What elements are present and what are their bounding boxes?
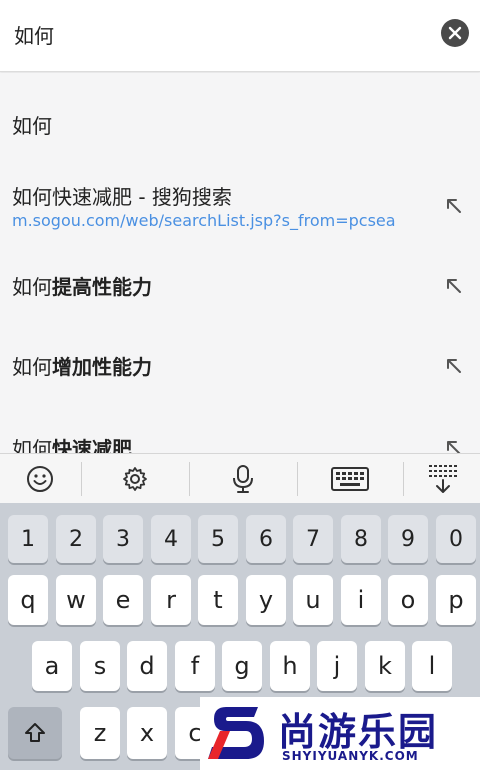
key-s[interactable]: s	[80, 641, 120, 691]
key-z[interactable]: z	[80, 707, 120, 759]
microphone-icon	[233, 465, 253, 493]
key-y[interactable]: y	[246, 575, 286, 625]
close-icon	[448, 26, 462, 40]
collapse-keyboard-icon	[429, 465, 457, 493]
key-o[interactable]: o	[388, 575, 428, 625]
suggestion-url: m.sogou.com/web/searchList.jsp?s_from=pc…	[12, 211, 396, 230]
keyboard-switch-button[interactable]	[298, 454, 402, 504]
key-4[interactable]: 4	[151, 515, 191, 563]
gear-icon	[123, 467, 147, 491]
emoji-icon	[27, 466, 53, 492]
keyboard-icon	[331, 467, 369, 491]
suggestion-text: 如何快速减肥 - 搜狗搜索	[12, 185, 232, 209]
suggestion-prefix: 如何	[12, 355, 52, 379]
key-r[interactable]: r	[151, 575, 191, 625]
watermark: 尚游乐园 SHYIYUANYK.COM	[200, 697, 480, 770]
arrow-up-left-icon[interactable]	[444, 196, 464, 216]
suggestion-prefix: 如何	[12, 437, 52, 453]
watermark-title: 尚游乐园	[278, 710, 439, 754]
suggestion-item[interactable]: 如何提高性能力	[0, 243, 480, 323]
key-x[interactable]: x	[127, 707, 167, 759]
key-1[interactable]: 1	[8, 515, 48, 563]
key-p[interactable]: p	[436, 575, 476, 625]
suggestion-highlight: 增加性能力	[52, 355, 152, 379]
arrow-up-left-icon[interactable]	[444, 276, 464, 296]
key-9[interactable]: 9	[388, 515, 428, 563]
keyboard-toolbar	[0, 453, 480, 503]
settings-button[interactable]	[82, 454, 188, 504]
emoji-button[interactable]	[0, 454, 80, 504]
suggestion-item[interactable]: 如何快速减肥	[0, 403, 480, 453]
search-input[interactable]: 如何	[14, 20, 54, 49]
suggestion-highlight: 快速减肥	[52, 437, 132, 453]
key-k[interactable]: k	[365, 641, 405, 691]
key-h[interactable]: h	[270, 641, 310, 691]
key-6[interactable]: 6	[246, 515, 286, 563]
suggestion-item[interactable]: 如何	[0, 73, 480, 153]
suggestion-prefix: 如何	[12, 275, 52, 299]
key-2[interactable]: 2	[56, 515, 96, 563]
key-g[interactable]: g	[222, 641, 262, 691]
key-w[interactable]: w	[56, 575, 96, 625]
suggestion-highlight: 提高性能力	[52, 275, 152, 299]
key-j[interactable]: j	[317, 641, 357, 691]
key-i[interactable]: i	[341, 575, 381, 625]
suggestion-item[interactable]: 如何快速减肥 - 搜狗搜索 m.sogou.com/web/searchList…	[0, 153, 480, 243]
search-bar: 如何	[0, 0, 480, 72]
key-0[interactable]: 0	[436, 515, 476, 563]
voice-input-button[interactable]	[190, 454, 296, 504]
shift-icon	[25, 723, 45, 742]
key-a[interactable]: a	[32, 641, 72, 691]
arrow-up-left-icon[interactable]	[444, 438, 464, 453]
watermark-subtitle: SHYIYUANYK.COM	[282, 749, 419, 763]
key-8[interactable]: 8	[341, 515, 381, 563]
key-l[interactable]: l	[412, 641, 452, 691]
hide-keyboard-button[interactable]	[404, 454, 480, 504]
suggestion-list: 如何 如何快速减肥 - 搜狗搜索 m.sogou.com/web/searchL…	[0, 73, 480, 453]
shift-key[interactable]	[8, 707, 62, 759]
key-d[interactable]: d	[127, 641, 167, 691]
suggestion-text: 如何	[12, 114, 52, 138]
key-3[interactable]: 3	[103, 515, 143, 563]
clear-button[interactable]	[441, 19, 469, 47]
arrow-up-left-icon[interactable]	[444, 356, 464, 376]
key-f[interactable]: f	[175, 641, 215, 691]
site-logo-icon	[208, 707, 264, 759]
key-e[interactable]: e	[103, 575, 143, 625]
key-t[interactable]: t	[198, 575, 238, 625]
key-5[interactable]: 5	[198, 515, 238, 563]
key-q[interactable]: q	[8, 575, 48, 625]
screen: 如何 如何 如何快速减肥 - 搜狗搜索 m.sogou.com/web/sear…	[0, 0, 480, 770]
key-u[interactable]: u	[293, 575, 333, 625]
suggestion-item[interactable]: 如何增加性能力	[0, 323, 480, 403]
key-7[interactable]: 7	[293, 515, 333, 563]
